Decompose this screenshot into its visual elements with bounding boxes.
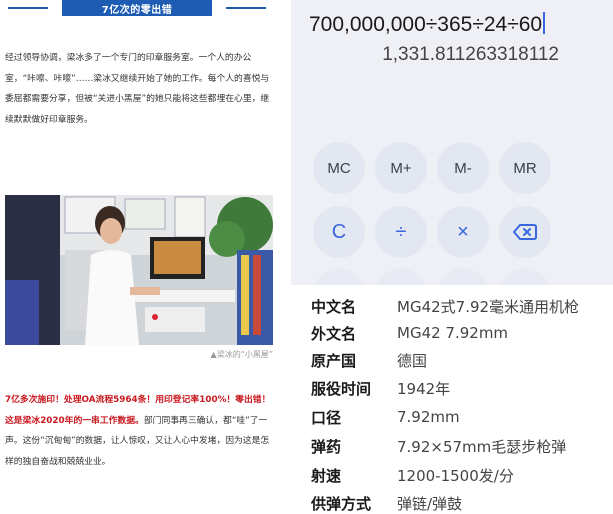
info-label: 中文名 — [311, 297, 357, 316]
info-value: 7.92×57mm毛瑟步枪弹 — [397, 437, 567, 456]
calculator-expression[interactable]: 700,000,000÷365÷24÷60 — [309, 12, 545, 37]
info-value: 1200-1500发/分 — [397, 466, 514, 485]
text-cursor — [543, 12, 545, 34]
info-label: 弹药 — [311, 437, 342, 456]
info-label: 口径 — [311, 408, 342, 427]
info-row-caliber: 口径 7.92mm — [311, 404, 460, 430]
info-value: 德国 — [397, 351, 428, 370]
info-row-origin: 原产国 德国 — [311, 347, 427, 373]
divide-button[interactable]: ÷ — [375, 206, 427, 258]
calculator-app: 700,000,000÷365÷24÷60 1,331.811263318112… — [291, 0, 613, 320]
memory-clear-button[interactable]: MC — [313, 142, 365, 194]
info-value: 7.92mm — [397, 408, 460, 426]
info-row-foreign-name: 外文名 MG42 7.92mm — [311, 320, 508, 346]
info-label: 外文名 — [311, 324, 357, 343]
weapon-info-card: 中文名 MG42式7.92毫米通用机枪 外文名 MG42 7.92mm 原产国 … — [291, 285, 613, 514]
memory-recall-button[interactable]: MR — [499, 142, 551, 194]
button-label: MC — [327, 159, 351, 177]
section-title-band: 7亿次的零出错 — [54, 0, 220, 16]
multiply-button[interactable]: × — [437, 206, 489, 258]
calculator-result: 1,331.811263318112 — [382, 44, 559, 65]
info-value: MG42 7.92mm — [397, 324, 509, 342]
backspace-button[interactable] — [499, 206, 551, 258]
article-paragraph-2: 7亿多次施印！处理OA流程5964条！用印登记率100%！零出错！这是梁冰202… — [5, 390, 275, 472]
info-value: 1942年 — [397, 379, 451, 398]
photo-caption: ▲梁冰的“小黑屋” — [210, 350, 273, 359]
article-paragraph-1: 经过领导协调，梁冰多了一个专门的印章服务室。一个人的办公室，“咔嚓、咔嚓”……梁… — [5, 53, 270, 125]
office-photo-illustration — [5, 195, 273, 345]
article-panel: 7亿次的零出错 经过领导协调，梁冰多了一个专门的印章服务室。一个人的办公室，“咔… — [0, 0, 283, 514]
info-row-ammunition: 弹药 7.92×57mm毛瑟步枪弹 — [311, 433, 566, 459]
backspace-icon — [513, 224, 537, 240]
button-label: ÷ — [395, 220, 407, 243]
info-label: 原产国 — [311, 351, 357, 370]
section-title: 7亿次的零出错 — [101, 4, 173, 16]
button-label: C — [331, 220, 347, 243]
clear-button[interactable]: C — [313, 206, 365, 258]
expression-text: 700,000,000÷365÷24÷60 — [309, 13, 543, 36]
title-decoration-left — [8, 7, 48, 9]
title-decoration-right — [226, 7, 266, 9]
info-row-feed-system: 供弹方式 弹链/弹鼓 — [311, 490, 462, 514]
button-label: M- — [454, 159, 472, 177]
info-value: 弹链/弹鼓 — [397, 494, 463, 513]
info-row-chinese-name: 中文名 MG42式7.92毫米通用机枪 — [311, 293, 579, 319]
info-row-fire-rate: 射速 1200-1500发/分 — [311, 462, 514, 488]
office-photo — [5, 195, 273, 345]
info-label: 服役时间 — [311, 379, 372, 398]
info-label: 供弹方式 — [311, 494, 372, 513]
button-label: M+ — [390, 159, 412, 177]
memory-subtract-button[interactable]: M- — [437, 142, 489, 194]
button-label: × — [457, 220, 469, 243]
button-label: MR — [513, 159, 537, 177]
memory-add-button[interactable]: M+ — [375, 142, 427, 194]
info-row-service-time: 服役时间 1942年 — [311, 375, 450, 401]
info-value: MG42式7.92毫米通用机枪 — [397, 297, 580, 316]
info-label: 射速 — [311, 466, 342, 485]
